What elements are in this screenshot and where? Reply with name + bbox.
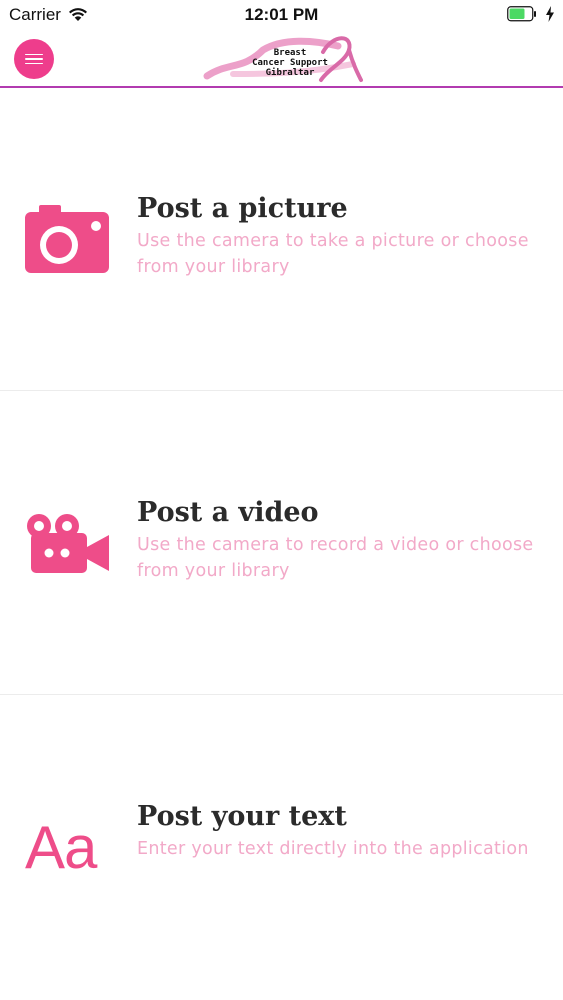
- post-picture-title: Post a picture: [137, 193, 348, 224]
- status-bar: Carrier 12:01 PM: [0, 0, 563, 30]
- divider: [0, 390, 563, 391]
- hamburger-menu-icon: [25, 53, 43, 56]
- menu-button[interactable]: [14, 39, 54, 79]
- charging-bolt-icon: [545, 6, 555, 27]
- text-icon: Aa: [25, 814, 97, 881]
- hamburger-menu-icon-bar: [25, 62, 43, 65]
- divider: [0, 694, 563, 695]
- clock: 12:01 PM: [244, 5, 319, 24]
- logo-line-1: Breast: [273, 48, 307, 58]
- post-video-title: Post a video: [137, 497, 319, 528]
- breast-cancer-support-logo[interactable]: Breast Cancer Support Gibraltar: [203, 34, 363, 84]
- logo-line-3: Gibraltar: [265, 68, 315, 78]
- post-picture-description: Use the camera to take a picture or choo…: [137, 231, 529, 277]
- logo-text: Breast Cancer Support Gibraltar: [229, 48, 351, 78]
- post-video-option[interactable]: Post a video Use the camera to record a …: [0, 392, 563, 696]
- hamburger-menu-icon-bar: [25, 58, 43, 60]
- logo-line-2: Cancer Support: [252, 58, 328, 68]
- battery-icon: [507, 6, 537, 27]
- post-picture-option[interactable]: Post a picture Use the camera to take a …: [0, 88, 563, 392]
- video-camera-icon: [25, 513, 111, 580]
- camera-icon: [25, 205, 111, 278]
- app-header: Breast Cancer Support Gibraltar: [0, 30, 563, 88]
- post-text-title: Post your text: [137, 801, 347, 832]
- post-video-description: Use the camera to record a video or choo…: [137, 535, 534, 581]
- post-text-option[interactable]: Aa Post your text Enter your text direct…: [0, 696, 563, 1000]
- post-text-description: Enter your text directly into the applic…: [137, 839, 529, 859]
